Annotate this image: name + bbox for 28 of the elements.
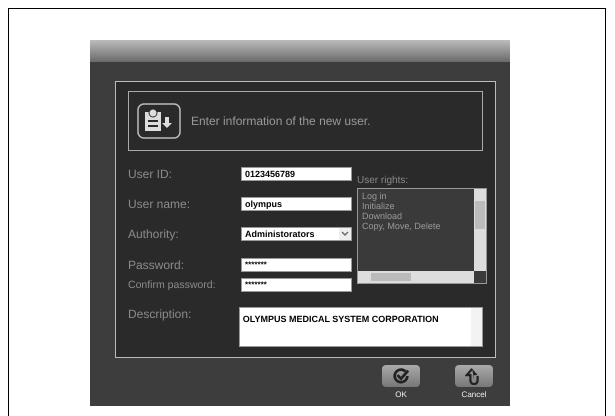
list-item[interactable]: Download	[362, 211, 402, 221]
field-label: Description:	[128, 307, 192, 323]
button-label: OK	[395, 390, 407, 399]
field-label: User ID:	[128, 167, 174, 181]
field-label: Password:	[128, 258, 186, 272]
user-rights-list[interactable]: Log in Initialize Download Copy, Move, Delete	[357, 188, 487, 284]
cancel-button[interactable]	[455, 365, 493, 387]
ok-button[interactable]	[382, 365, 420, 387]
vertical-scrollbar[interactable]	[474, 189, 486, 271]
button-label: Cancel	[462, 390, 486, 399]
input-field[interactable]: 0123456789	[241, 167, 352, 181]
field-label: Confirm password:	[128, 279, 217, 291]
user-card-icon	[137, 103, 181, 139]
user-rights-label: User rights:	[357, 175, 410, 186]
description-field[interactable]: OLYMPUS MEDICAL SYSTEM CORPORATION	[238, 307, 483, 347]
list-item[interactable]: Copy, Move, Delete	[362, 221, 440, 231]
authority-dropdown[interactable]: Administorators	[241, 227, 352, 241]
field-label: Authority:	[128, 227, 180, 241]
vertical-scrollbar[interactable]	[471, 308, 482, 346]
horizontal-scrollbar[interactable]	[358, 271, 474, 283]
list-item[interactable]: Initialize	[362, 201, 395, 211]
list-item[interactable]: Log in	[362, 191, 387, 201]
check-circle-icon	[392, 367, 410, 385]
input-field[interactable]: olympus	[241, 197, 352, 211]
header-message: Enter information of the new user.	[191, 114, 370, 128]
password-field[interactable]: *******	[241, 278, 352, 292]
field-label: User name:	[128, 197, 192, 211]
password-field[interactable]: *******	[241, 258, 352, 272]
